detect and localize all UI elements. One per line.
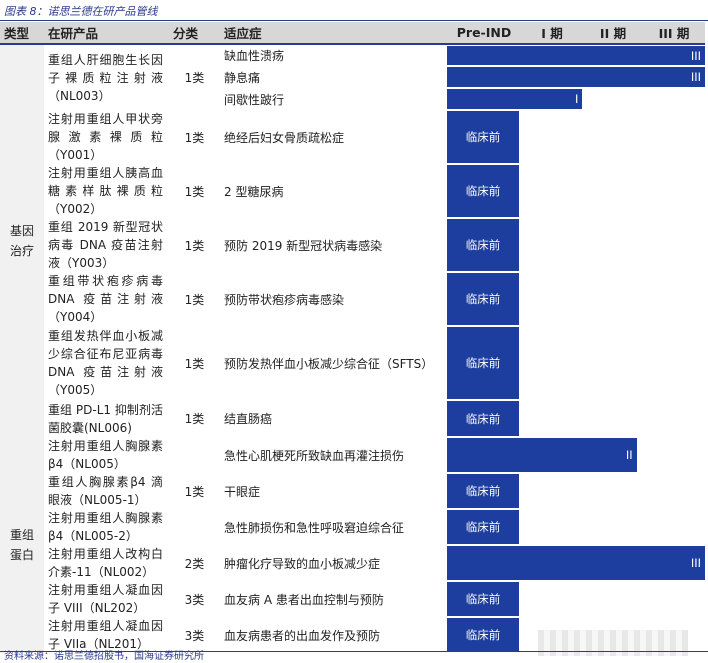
indication: 静息痛 xyxy=(224,70,261,85)
watermark-blur xyxy=(538,630,688,656)
product-name: 注射用重组人凝血因子 VIII（NL202） xyxy=(48,583,163,615)
progress-bar: 临床前 xyxy=(447,272,705,326)
indication: 2 型糖尿病 xyxy=(224,184,284,199)
indication: 绝经后妇女骨质疏松症 xyxy=(224,130,345,145)
header-indication: 适应症 xyxy=(220,22,447,45)
table-row: 注射用重组人胰高血糖素样肽裸质粒（Y002） 1类 2 型糖尿病 临床前 xyxy=(0,164,705,218)
pipeline-table: 类型 在研产品 分类 适应症 Pre-IND I 期 II 期 III 期 基因… xyxy=(0,22,705,653)
product-name: 注射用重组人胸腺素β4（NL005-2） xyxy=(48,511,163,543)
table-row: 基因 治疗 重组人肝细胞生长因子裸质粒注射液（NL003） 1类 缺血性溃疡 I… xyxy=(0,44,705,437)
stage-label: 临床前 xyxy=(465,184,501,198)
stage-label: 临床前 xyxy=(465,238,501,252)
indication: 干眼症 xyxy=(224,484,261,499)
product-class: 1类 xyxy=(184,71,205,85)
product-class: 1类 xyxy=(184,238,205,253)
indication: 预防 2019 新型冠状病毒感染 xyxy=(224,238,383,253)
stage-label: II xyxy=(625,448,633,462)
stage-label: 临床前 xyxy=(465,628,501,642)
stage-label: 临床前 xyxy=(465,520,501,534)
progress-bar: 临床前 xyxy=(447,473,705,509)
stage-label: III xyxy=(690,70,701,84)
product-name: 注射用重组人凝血因子 VIIa（NL201） xyxy=(48,619,163,651)
product-name: 注射用重组人改构白介素-11（NL002） xyxy=(48,547,163,579)
table-row: 重组 2019 新型冠状病毒 DNA 疫苗注射液（Y003） 1类 预防 201… xyxy=(0,218,705,272)
progress-bar: 临床前 xyxy=(447,509,705,545)
caption-divider xyxy=(0,20,708,21)
indication: 血友病患者的出血发作及预防 xyxy=(224,628,381,643)
product-class: 2类 xyxy=(184,556,205,571)
source-note: 资料来源：诺思兰德招股书，国海证券研究所 xyxy=(4,651,204,662)
category-gene-therapy: 基因 治疗 xyxy=(0,44,44,437)
progress-bar: I xyxy=(447,88,705,110)
indication: 结直肠癌 xyxy=(224,412,273,426)
progress-bar: III xyxy=(447,66,705,88)
product-class: 1类 xyxy=(184,292,205,307)
product-name: 重组 PD-L1 抑制剂活菌胶囊(NL006) xyxy=(48,402,163,435)
indication: 急性心肌梗死所致缺血再灌注损伤 xyxy=(224,448,405,463)
progress-bar: 临床前 xyxy=(447,400,705,437)
table-row: 重组发热伴血小板减少综合征布尼亚病毒 DNA 疫苗注射液（Y005） 1类 预防… xyxy=(0,326,705,400)
product-name: 重组 2019 新型冠状病毒 DNA 疫苗注射液（Y003） xyxy=(48,220,163,270)
progress-bar: 临床前 xyxy=(447,218,705,272)
progress-bar: 临床前 xyxy=(447,326,705,400)
figure-caption: 图表 8：诺思兰德在研产品管线 xyxy=(4,5,158,18)
product-name: 注射用重组人胰高血糖素样肽裸质粒（Y002） xyxy=(48,166,163,216)
product-class: 3类 xyxy=(184,592,205,607)
category-recombinant-protein: 重组 蛋白 xyxy=(0,437,44,653)
progress-bar: 临床前 xyxy=(447,581,705,617)
header-class: 分类 xyxy=(169,22,220,45)
product-class: 1类 xyxy=(184,356,205,371)
product-name: 重组人胸腺素β4 滴眼液（NL005-1） xyxy=(48,475,163,507)
stage-label: I xyxy=(575,92,579,106)
table-header-row: 类型 在研产品 分类 适应症 Pre-IND I 期 II 期 III 期 xyxy=(0,22,705,45)
header-category: 类型 xyxy=(0,22,44,45)
product-name: 重组发热伴血小板减少综合征布尼亚病毒 DNA 疫苗注射液（Y005） xyxy=(48,329,163,397)
indication: 预防带状疱疹病毒感染 xyxy=(224,292,345,307)
progress-bar: 临床前 xyxy=(447,110,705,164)
product-class: 1类 xyxy=(184,484,205,499)
header-product: 在研产品 xyxy=(44,22,169,45)
table-row: 注射用重组人甲状旁腺激素裸质粒（Y001） 1类 绝经后妇女骨质疏松症 临床前 xyxy=(0,110,705,164)
stage-label: 临床前 xyxy=(465,356,501,370)
product-name: 重组带状疱疹病毒 DNA 疫苗注射液（Y004） xyxy=(48,274,163,324)
progress-bar: III xyxy=(447,545,705,581)
stage-label: 临床前 xyxy=(465,130,501,144)
stage-label: 临床前 xyxy=(465,484,501,498)
stage-label: 临床前 xyxy=(465,411,501,426)
progress-bar: III xyxy=(447,44,705,66)
header-phase-1: I 期 xyxy=(521,22,583,45)
product-name: 注射用重组人甲状旁腺激素裸质粒（Y001） xyxy=(48,112,163,162)
product-class: 1类 xyxy=(184,130,205,145)
table-row: 重组带状疱疹病毒 DNA 疫苗注射液（Y004） 1类 预防带状疱疹病毒感染 临… xyxy=(0,272,705,326)
stage-label: 临床前 xyxy=(465,292,501,306)
table-row: 注射用重组人改构白介素-11（NL002） 2类 肿瘤化疗导致的血小板减少症 I… xyxy=(0,545,705,581)
stage-label: III xyxy=(690,48,701,63)
indication: 间歇性跛行 xyxy=(224,92,285,107)
table-row: 注射用重组人凝血因子 VIII（NL202） 3类 血友病 A 患者出血控制与预… xyxy=(0,581,705,617)
indication: 肿瘤化疗导致的血小板减少症 xyxy=(224,556,381,571)
table-row: 重组人胸腺素β4 滴眼液（NL005-1） 干眼症 临床前 xyxy=(0,473,705,509)
stage-label: III xyxy=(690,556,701,570)
product-name: 重组人肝细胞生长因子裸质粒注射液（NL003） xyxy=(48,52,163,103)
product-class: 1类 xyxy=(184,412,205,426)
header-phase-2: II 期 xyxy=(583,22,643,45)
indication: 血友病 A 患者出血控制与预防 xyxy=(224,592,384,607)
product-class: 3类 xyxy=(184,628,205,643)
table-row: 重组 PD-L1 抑制剂活菌胶囊(NL006) 1类 结直肠癌 临床前 xyxy=(0,400,705,437)
progress-bar: 临床前 xyxy=(447,164,705,218)
stage-label: 临床前 xyxy=(465,592,501,606)
table-row: 注射用重组人胸腺素β4（NL005-2） 急性肺损伤和急性呼吸窘迫综合征 临床前 xyxy=(0,509,705,545)
indication: 缺血性溃疡 xyxy=(224,49,285,63)
product-name: 注射用重组人胸腺素β4（NL005） xyxy=(48,439,163,471)
header-pre-ind: Pre-IND xyxy=(447,22,521,45)
header-phase-3: III 期 xyxy=(643,22,705,45)
indication: 急性肺损伤和急性呼吸窘迫综合征 xyxy=(224,520,405,535)
table-row: 重组 蛋白 注射用重组人胸腺素β4（NL005） 1类 急性心肌梗死所致缺血再灌… xyxy=(0,437,705,653)
product-class: 1类 xyxy=(184,184,205,199)
progress-bar: II xyxy=(447,437,705,473)
indication: 预防发热伴血小板减少综合征（SFTS） xyxy=(224,356,434,371)
